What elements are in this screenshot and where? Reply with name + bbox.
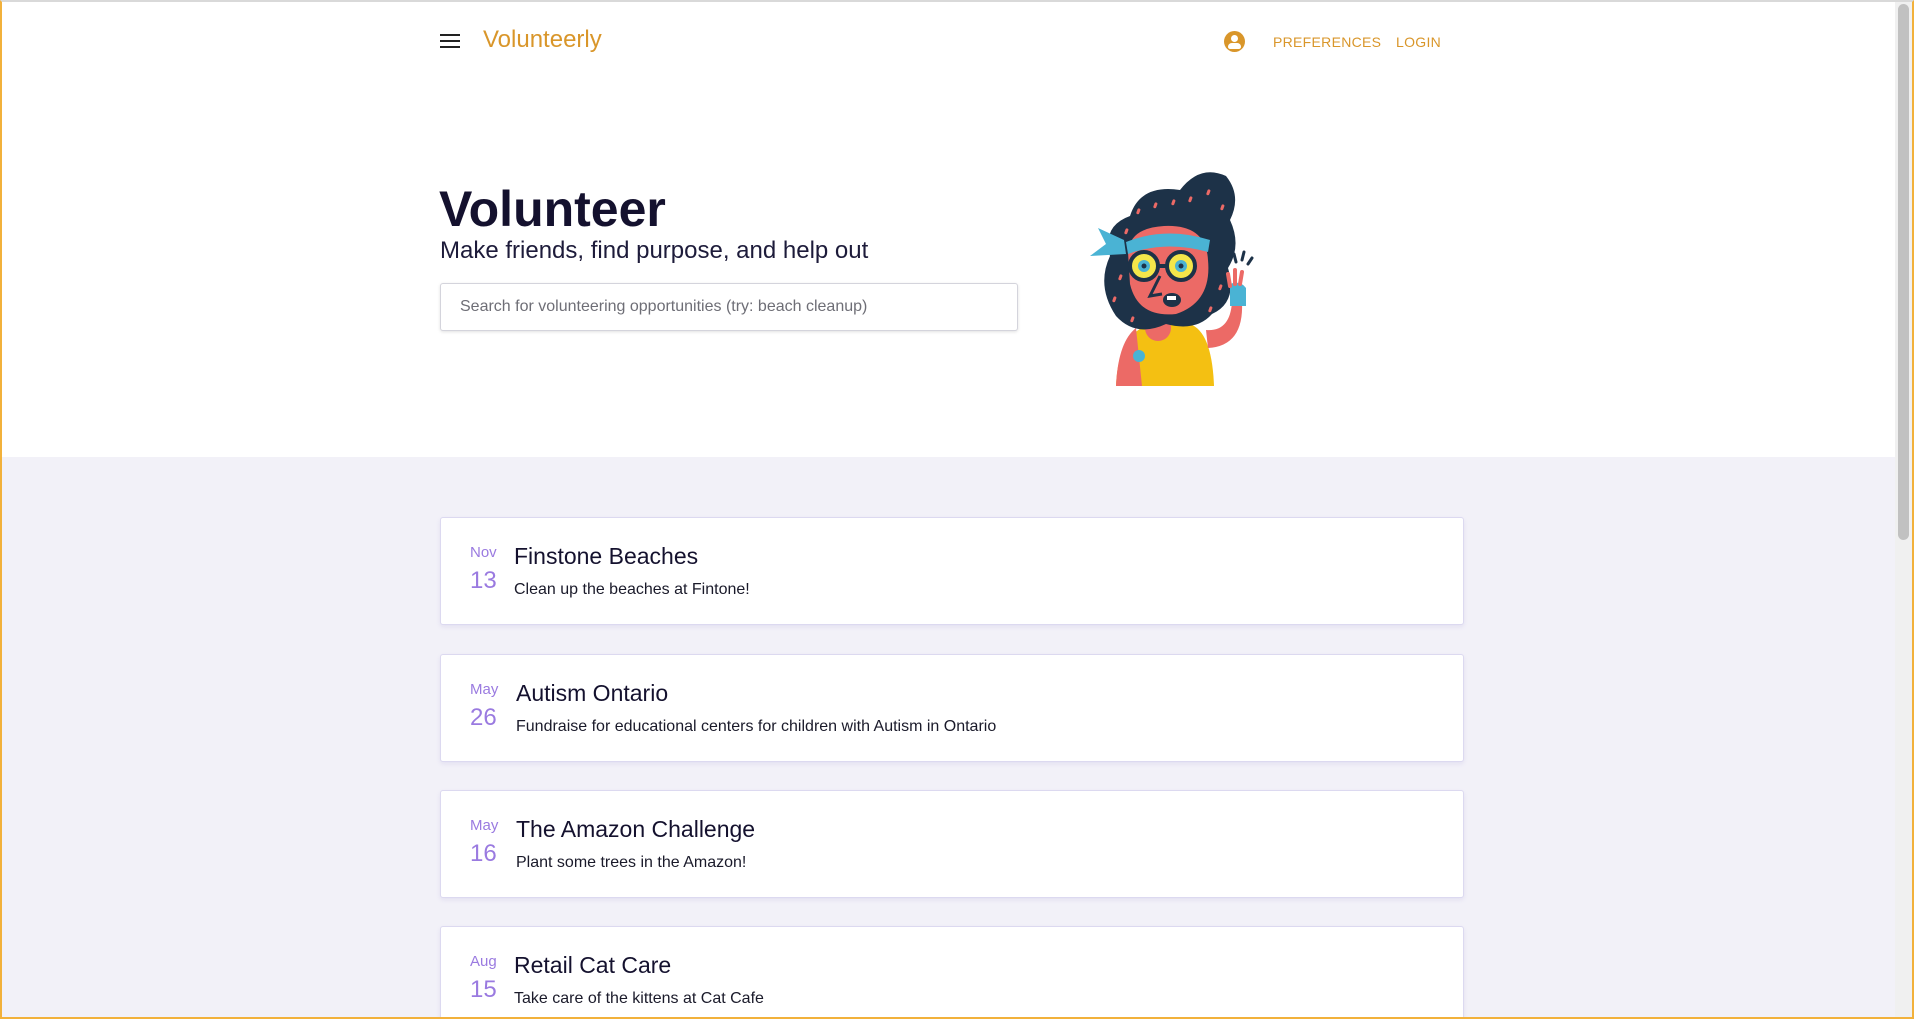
brand-logo-text[interactable]: Volunteerly — [483, 26, 602, 54]
opportunity-feed: Nov 13 Finstone Beaches Clean up the bea… — [2, 457, 1895, 1019]
card-description: Fundraise for educational centers for ch… — [516, 718, 997, 735]
card-date-day: 16 — [470, 840, 497, 867]
account-circle-icon[interactable] — [1224, 31, 1245, 52]
card-date-month: Aug — [470, 953, 497, 970]
opportunity-card[interactable]: May 16 The Amazon Challenge Plant some t… — [440, 790, 1464, 898]
hero-section: Volunteer Make friends, find purpose, an… — [0, 84, 1895, 457]
scrollbar-thumb[interactable] — [1898, 4, 1909, 540]
search-input[interactable] — [440, 283, 1018, 331]
card-description: Take care of the kittens at Cat Cafe — [514, 990, 764, 1007]
hero-title: Volunteer — [439, 181, 666, 237]
hero-subtitle: Make friends, find purpose, and help out — [440, 237, 869, 264]
opportunity-card[interactable]: May 26 Autism Ontario Fundraise for educ… — [440, 654, 1464, 762]
card-date-month: May — [470, 681, 499, 698]
card-title: The Amazon Challenge — [516, 816, 756, 842]
opportunity-card[interactable]: Nov 13 Finstone Beaches Clean up the bea… — [440, 517, 1464, 625]
card-date-day: 15 — [470, 976, 497, 1003]
waving-person-illustration — [1090, 172, 1254, 386]
card-date-day: 13 — [470, 567, 497, 594]
card-description: Clean up the beaches at Fintone! — [514, 581, 750, 598]
page-scrollbar[interactable] — [1895, 2, 1912, 1017]
login-link[interactable]: LOGIN — [1396, 34, 1441, 50]
app-header: Volunteerly PREFERENCES LOGIN — [0, 0, 1895, 84]
card-date-month: May — [470, 817, 499, 834]
preferences-link[interactable]: PREFERENCES — [1273, 34, 1381, 50]
opportunity-card[interactable]: Aug 15 Retail Cat Care Take care of the … — [440, 926, 1464, 1019]
card-date-month: Nov — [470, 544, 497, 561]
card-title: Finstone Beaches — [514, 543, 699, 569]
menu-icon[interactable] — [440, 34, 460, 49]
card-description: Plant some trees in the Amazon! — [516, 854, 747, 871]
card-title: Autism Ontario — [516, 680, 669, 706]
card-date-day: 26 — [470, 704, 497, 731]
card-title: Retail Cat Care — [514, 952, 672, 978]
